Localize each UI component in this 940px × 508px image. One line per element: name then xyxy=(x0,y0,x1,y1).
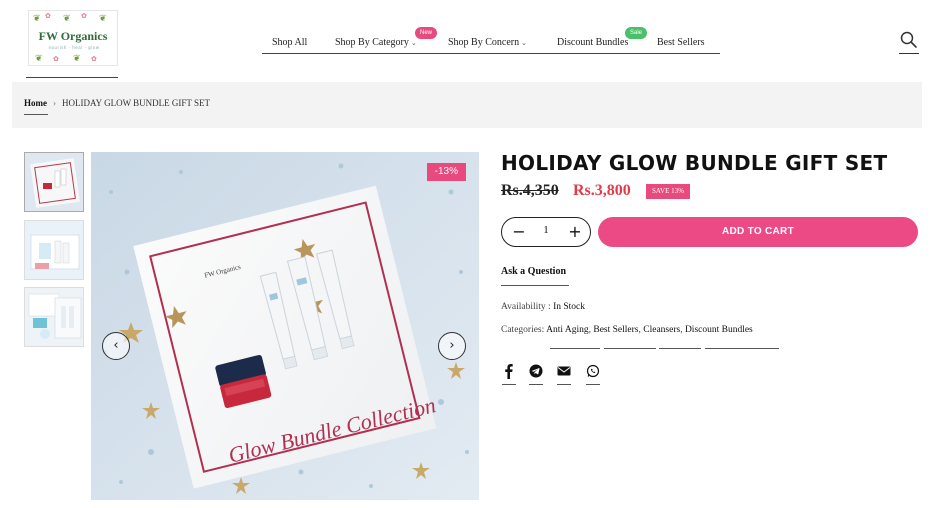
nav-label: Discount Bundles xyxy=(557,37,629,48)
quantity-stepper: − 1 + xyxy=(501,217,591,247)
breadcrumb: Home › HOLIDAY GLOW BUNDLE GIFT SET xyxy=(24,98,210,108)
leaf-icon: ❦ xyxy=(33,13,41,23)
leaf-icon: ❦ xyxy=(35,53,43,63)
nav-label: Shop By Concern xyxy=(448,37,520,48)
categories-label: Categories: xyxy=(501,325,545,335)
categories: Categories: Anti Aging, Best Sellers, Cl… xyxy=(501,325,753,335)
breadcrumb-bar: Home › HOLIDAY GLOW BUNDLE GIFT SET xyxy=(12,82,922,128)
thumbnail-2[interactable] xyxy=(24,220,84,280)
product-title: HOLIDAY GLOW BUNDLE GIFT SET xyxy=(501,151,888,175)
new-badge: New xyxy=(415,27,438,39)
breadcrumb-current: HOLIDAY GLOW BUNDLE GIFT SET xyxy=(62,98,210,108)
thumbnail-3[interactable] xyxy=(24,287,84,347)
save-badge: SAVE 13% xyxy=(646,184,690,199)
email-icon[interactable] xyxy=(557,363,571,379)
nav-label: Best Sellers xyxy=(657,37,705,48)
add-to-cart-button[interactable]: ADD TO CART xyxy=(598,217,918,247)
sale-price: Rs.3,800 xyxy=(573,182,631,199)
leaf-icon: ❦ xyxy=(99,13,107,23)
whatsapp-icon[interactable] xyxy=(586,363,600,379)
next-image-button[interactable]: › xyxy=(438,332,466,360)
logo-title: FW Organics xyxy=(38,29,108,43)
category-underline xyxy=(604,348,656,349)
leaf-icon: ❦ xyxy=(73,53,81,63)
nav-label: Shop By Category xyxy=(335,37,409,48)
facebook-icon[interactable] xyxy=(502,363,516,379)
nav-discount-bundles[interactable]: Discount Bundles Sale xyxy=(557,27,648,48)
nav-shop-by-category[interactable]: Shop By Category ⌄ New xyxy=(335,27,438,48)
nav-shop-all[interactable]: Shop All xyxy=(272,37,307,48)
leaf-icon: ❦ xyxy=(63,13,71,23)
prev-image-button[interactable]: ‹ xyxy=(102,332,130,360)
search-underline xyxy=(899,53,919,54)
plus-icon: + xyxy=(568,222,582,241)
share-underline xyxy=(557,384,571,385)
ask-question-link[interactable]: Ask a Question xyxy=(501,266,566,277)
old-price: Rs.4,350 xyxy=(501,182,559,199)
chevron-down-icon: ⌄ xyxy=(410,39,417,47)
sale-badge: Sale xyxy=(625,27,648,39)
ask-question-underline xyxy=(501,285,569,286)
nav-shop-by-concern[interactable]: Shop By Concern ⌄ xyxy=(448,37,527,48)
chevron-right-icon: › xyxy=(449,338,455,353)
increase-quantity-button[interactable]: + xyxy=(562,218,588,246)
brand-logo[interactable]: ❦ ✿ ❦ ✿ ❦ FW Organics nourish · heal · g… xyxy=(28,10,118,66)
breadcrumb-home[interactable]: Home xyxy=(24,98,47,108)
flower-icon: ✿ xyxy=(45,12,51,20)
search-icon[interactable] xyxy=(899,30,919,54)
logo-tagline: nourish · heal · glow xyxy=(48,45,100,50)
product-main-image: FW Organics Glow Bundle Collection -13% … xyxy=(91,152,479,500)
chevron-left-icon: ‹ xyxy=(113,338,119,353)
main-nav: Shop All Shop By Category ⌄ New Shop By C… xyxy=(262,27,720,54)
telegram-icon[interactable] xyxy=(529,363,543,379)
discount-tag: -13% xyxy=(426,163,466,181)
thumbnail-1[interactable] xyxy=(24,152,84,212)
nav-best-sellers[interactable]: Best Sellers xyxy=(657,37,705,48)
availability-value: In Stock xyxy=(553,302,586,312)
flower-icon: ✿ xyxy=(81,12,87,20)
category-underline xyxy=(659,348,701,349)
breadcrumb-home-underline xyxy=(24,114,48,115)
logo-underline xyxy=(26,77,118,78)
minus-icon: − xyxy=(512,222,526,241)
flower-icon: ✿ xyxy=(91,55,97,63)
share-underline xyxy=(502,384,516,385)
share-underline xyxy=(586,384,600,385)
decrease-quantity-button[interactable]: − xyxy=(506,218,532,246)
category-link-cleansers[interactable]: Cleansers xyxy=(643,325,680,335)
chevron-down-icon: ⌄ xyxy=(521,39,527,47)
product-photo: FW Organics Glow Bundle Collection xyxy=(91,152,479,500)
chevron-right-icon: › xyxy=(53,98,56,108)
availability: Availability : In Stock xyxy=(501,302,585,312)
category-link-discount-bundles[interactable]: Discount Bundles xyxy=(685,325,753,335)
site-header: ❦ ✿ ❦ ✿ ❦ FW Organics nourish · heal · g… xyxy=(0,0,940,80)
category-link-anti-aging[interactable]: Anti Aging xyxy=(546,325,589,335)
availability-label: Availability : xyxy=(501,302,551,312)
category-underline xyxy=(550,348,600,349)
nav-label: Shop All xyxy=(272,37,308,48)
share-underline xyxy=(529,384,543,385)
category-underline xyxy=(705,348,779,349)
category-link-best-sellers[interactable]: Best Sellers xyxy=(593,325,638,335)
quantity-input[interactable]: 1 xyxy=(532,224,560,236)
flower-icon: ✿ xyxy=(53,55,59,63)
